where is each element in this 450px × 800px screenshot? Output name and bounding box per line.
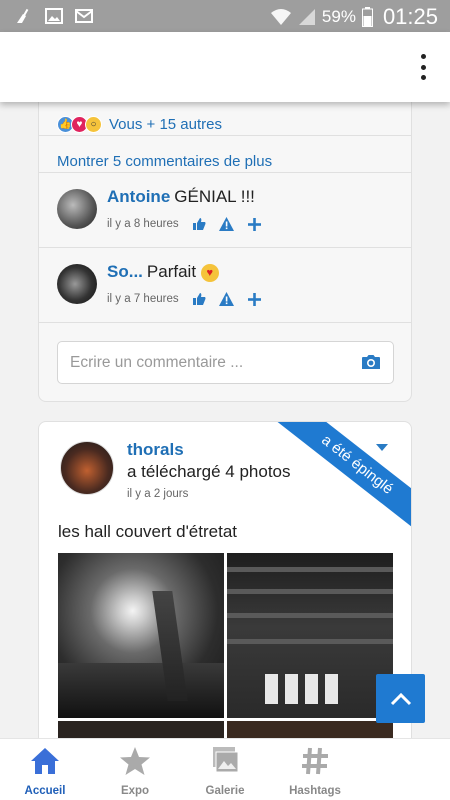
- battery-percent: 59%: [321, 7, 356, 26]
- reactions-summary[interactable]: Vous + 15 autres: [109, 116, 222, 133]
- post-author[interactable]: thorals: [127, 440, 184, 460]
- clock: 01:25: [382, 4, 438, 29]
- post-card: thorals a téléchargé 4 photos il y a 2 j…: [38, 421, 412, 751]
- more-options-icon[interactable]: [418, 54, 428, 80]
- report-icon[interactable]: [219, 217, 235, 231]
- add-icon[interactable]: [247, 217, 263, 231]
- post-photo[interactable]: [227, 553, 393, 718]
- post-time: il y a 2 jours: [127, 488, 189, 500]
- clean-icon: [17, 8, 29, 23]
- gallery-icon: [45, 8, 63, 24]
- like-icon[interactable]: [191, 292, 207, 306]
- scroll-to-top-button[interactable]: [376, 674, 425, 723]
- app-bar: [0, 32, 450, 102]
- avatar[interactable]: [60, 441, 114, 495]
- status-bar: 59% 01:25: [0, 0, 450, 32]
- gallery-icon: [213, 747, 239, 773]
- comment-text: Parfait: [146, 262, 197, 281]
- comment-time: il y a 8 heures: [107, 218, 179, 230]
- show-more-comments-label[interactable]: Montrer 5 commentaires de plus: [57, 153, 272, 170]
- comment-item: So... Parfait ♥ il y a 7 heures: [39, 248, 411, 323]
- add-icon[interactable]: [247, 292, 263, 306]
- post-action: a téléchargé 4 photos: [127, 462, 291, 481]
- wifi-icon: [270, 9, 291, 25]
- nav-label: Galerie: [205, 785, 245, 797]
- wow-reaction-icon: ○: [85, 115, 102, 133]
- avatar[interactable]: [57, 264, 97, 304]
- show-more-comments[interactable]: Montrer 5 commentaires de plus: [39, 136, 411, 173]
- star-icon: [120, 747, 150, 775]
- nav-hashtags[interactable]: Hashtags: [270, 739, 360, 800]
- comment-time: il y a 7 heures: [107, 293, 179, 305]
- post-text: les hall couvert d'étretat: [58, 522, 238, 541]
- comment-author[interactable]: Antoine: [107, 187, 170, 206]
- avatar[interactable]: [57, 189, 97, 229]
- gmail-icon: [75, 9, 93, 23]
- report-icon[interactable]: [219, 292, 235, 306]
- nav-galerie[interactable]: Galerie: [180, 739, 270, 800]
- comment-item: Antoine GÉNIAL !!! il y a 8 heures: [39, 173, 411, 248]
- nav-label: Expo: [120, 785, 150, 797]
- bottom-navigation: Accueil Expo Galerie Hashtags: [0, 738, 450, 800]
- post-photo[interactable]: [58, 553, 224, 718]
- chevron-up-icon: [390, 692, 411, 705]
- comment-author[interactable]: So...: [107, 262, 143, 281]
- heart-eyes-emoji-icon: ♥: [200, 263, 219, 282]
- nav-accueil[interactable]: Accueil: [0, 739, 90, 800]
- camera-icon[interactable]: [361, 354, 381, 370]
- post-comments-card: 👍 ♥ ○ Vous + 15 autres Montrer 5 comment…: [38, 90, 412, 402]
- battery-icon: [361, 7, 373, 27]
- comment-input[interactable]: [58, 342, 348, 383]
- nav-label: Hashtags: [289, 785, 341, 797]
- hashtag-icon: [302, 747, 328, 775]
- reaction-icons: 👍 ♥ ○: [57, 115, 102, 133]
- nav-label: Accueil: [24, 785, 66, 797]
- chevron-down-icon[interactable]: [376, 444, 388, 451]
- like-icon[interactable]: [191, 217, 207, 231]
- comment-text: GÉNIAL !!!: [174, 187, 255, 206]
- home-icon: [31, 748, 59, 774]
- nav-expo[interactable]: Expo: [90, 739, 180, 800]
- comment-input-box: [57, 341, 394, 384]
- signal-icon: [298, 9, 315, 25]
